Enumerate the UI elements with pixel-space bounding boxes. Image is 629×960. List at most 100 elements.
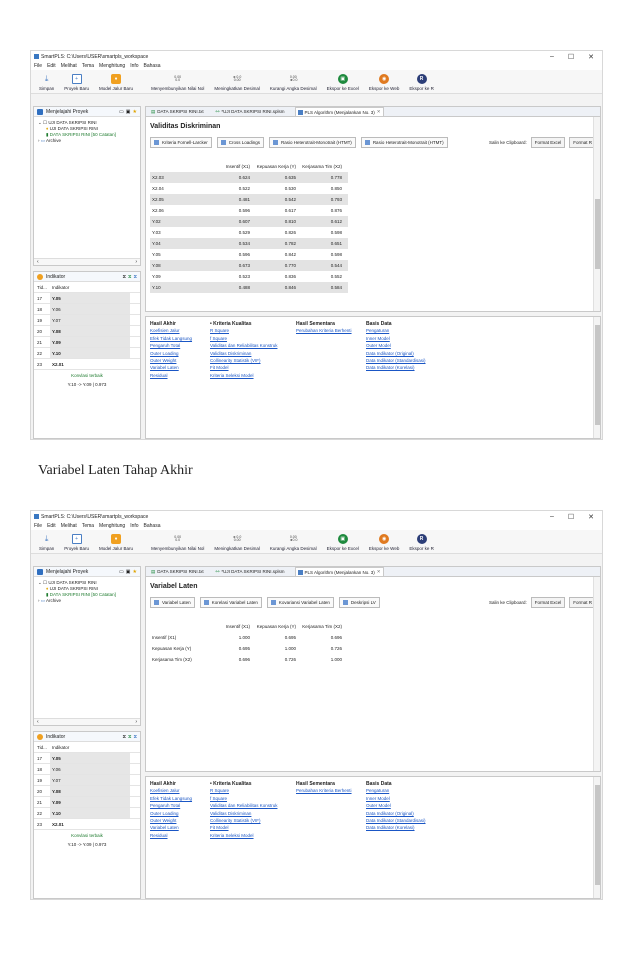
hide-zero-button[interactable]: 0.00 0.0 Menyembunyikan Nilai Nol <box>151 529 204 551</box>
scroll-right-icon[interactable]: › <box>135 259 137 265</box>
link-f-square[interactable]: f Square <box>210 336 288 342</box>
hide-zero-button[interactable]: 0.00 0.0 Menyembunyikan Nilai Nol <box>151 69 204 91</box>
filter-icon[interactable]: ⧖ <box>133 274 137 280</box>
link-indicator-original[interactable]: Data Indikator (Original) <box>366 811 446 817</box>
link-f-square[interactable]: f Square <box>210 796 288 802</box>
maximize-panel-icon[interactable]: ▣ <box>126 109 131 115</box>
link-outer-weights[interactable]: Outer Weight <box>150 358 202 364</box>
link-indicator-original[interactable]: Data Indikator (Original) <box>366 351 446 357</box>
view-button[interactable]: Kovariansi Variabel Laten <box>266 596 334 608</box>
format-r-button[interactable]: Format R <box>569 136 596 148</box>
minimize-button[interactable]: – <box>550 53 554 61</box>
new-path-model-button[interactable]: ♦ Model Jalur Baru <box>99 529 133 551</box>
horizontal-scrollbar[interactable]: ‹ › <box>34 718 140 725</box>
vertical-scrollbar[interactable] <box>593 577 600 771</box>
link-latent-variables[interactable]: Variabel Laten <box>150 365 202 371</box>
column-header[interactable]: Insentif (X1) <box>210 164 256 169</box>
export-web-button[interactable]: ◉ Ekspor ke Web <box>369 69 399 91</box>
new-project-button[interactable]: + Proyek Baru <box>64 529 89 551</box>
scroll-left-icon[interactable]: ‹ <box>37 259 39 265</box>
link-outer-loadings[interactable]: Outer Loading <box>150 351 202 357</box>
save-button[interactable]: ⤓ Simpan <box>39 529 54 551</box>
maximize-panel-icon[interactable]: ▣ <box>126 569 131 575</box>
column-header[interactable]: Kepuasan Kerja (Y) <box>256 164 302 169</box>
link-latent-variables[interactable]: Variabel Laten <box>150 825 202 831</box>
link-r-square[interactable]: R Square <box>210 788 288 794</box>
link-indirect-effects[interactable]: Efek Tidak Langsung <box>150 336 202 342</box>
column-header[interactable]: Tid... <box>34 285 50 290</box>
indicator-row[interactable]: 18 Y.06 <box>34 764 140 775</box>
link-residuals[interactable]: Residual <box>150 373 202 379</box>
link-stop-criterion[interactable]: Perubahan Kriteria Berhenti <box>296 788 358 794</box>
column-header[interactable]: Tid... <box>34 745 50 750</box>
indicator-row[interactable]: 19 Y.07 <box>34 775 140 786</box>
link-total-effects[interactable]: Pengaruh Total <box>150 803 202 809</box>
link-inner-model[interactable]: Inner Model <box>366 796 446 802</box>
vertical-scrollbar[interactable] <box>593 777 600 898</box>
scrollbar-thumb[interactable] <box>595 325 600 425</box>
link-stop-criterion[interactable]: Perubahan Kriteria Berhenti <box>296 328 358 334</box>
column-header[interactable]: Kerjasama Tim (X2) <box>302 164 348 169</box>
indicator-row[interactable]: 17 Y.05 <box>34 293 140 304</box>
link-indicator-correlation[interactable]: Data Indikator (Korelasi) <box>366 825 446 831</box>
save-button[interactable]: ⤓ Simpan <box>39 69 54 91</box>
export-excel-button[interactable]: ▣ Ekspor ke Excel <box>327 69 359 91</box>
link-indirect-effects[interactable]: Efek Tidak Langsung <box>150 796 202 802</box>
format-r-button[interactable]: Format R <box>569 596 596 608</box>
export-r-button[interactable]: R Ekspor ke R <box>409 529 434 551</box>
close-tab-icon[interactable]: ✕ <box>377 569 381 575</box>
view-button[interactable]: Korelasi Variabel Laten <box>199 596 262 608</box>
column-header[interactable]: Kerjasama Tim (X2) <box>302 624 348 629</box>
filter-icon[interactable]: ⧖ <box>122 274 126 280</box>
scroll-right-icon[interactable]: › <box>135 719 137 725</box>
link-settings[interactable]: Pengaturan <box>366 328 446 334</box>
close-button[interactable]: ✕ <box>588 53 594 61</box>
view-button[interactable]: Variabel Laten <box>150 596 195 608</box>
tab-pls-algorithm[interactable]: PLS Algorithm (Menjalankan No. 3) ✕ <box>294 567 384 576</box>
link-discriminant-validity[interactable]: Validitas Diskriminan <box>210 811 288 817</box>
tree-item-archive[interactable]: › ▭ Archive <box>38 138 136 144</box>
indicator-row[interactable]: 21 Y.09 <box>34 797 140 808</box>
indicator-row[interactable]: 18 Y.06 <box>34 304 140 315</box>
indicator-row[interactable]: 20 Y.08 <box>34 326 140 337</box>
decrease-decimal-button[interactable]: 0.00 ◄0.0 Kurangi Angka Desimal <box>270 69 317 91</box>
new-project-button[interactable]: + Proyek Baru <box>64 69 89 91</box>
link-indicator-standardized[interactable]: Data Indikator (Standardisasi) <box>366 818 446 824</box>
column-header[interactable]: Indikator <box>50 282 130 292</box>
link-indicator-standardized[interactable]: Data Indikator (Standardisasi) <box>366 358 446 364</box>
indicator-row[interactable]: 20 Y.08 <box>34 786 140 797</box>
tree-item-archive[interactable]: › ▭ Archive <box>38 598 136 604</box>
star-icon[interactable]: ★ <box>133 109 137 115</box>
vertical-scrollbar[interactable] <box>593 317 600 438</box>
maximize-button[interactable]: ☐ <box>568 513 574 521</box>
link-indicator-correlation[interactable]: Data Indikator (Korelasi) <box>366 365 446 371</box>
link-path-coefficients[interactable]: Koefisien Jalur <box>150 328 202 334</box>
link-path-coefficients[interactable]: Koefisien Jalur <box>150 788 202 794</box>
view-button[interactable]: Deskripsi LV <box>338 596 380 608</box>
scrollbar-thumb[interactable] <box>595 785 600 885</box>
link-collinearity[interactable]: Collinearity Statistik (VIF) <box>210 818 288 824</box>
decrease-decimal-button[interactable]: 0.00 ◄0.0 Kurangi Angka Desimal <box>270 529 317 551</box>
tab-data-file[interactable]: ▤ DATA SKRIPSI RINI.txt <box>149 567 206 576</box>
filter-icon[interactable]: ⧖ <box>128 734 132 740</box>
link-settings[interactable]: Pengaturan <box>366 788 446 794</box>
minimize-button[interactable]: – <box>550 513 554 521</box>
maximize-button[interactable]: ☐ <box>568 53 574 61</box>
column-header[interactable]: Insentif (X1) <box>210 624 256 629</box>
column-header[interactable]: Indikator <box>50 742 130 752</box>
link-collinearity[interactable]: Collinearity Statistik (VIF) <box>210 358 288 364</box>
link-model-selection[interactable]: Kriteria Seleksi Model <box>210 373 288 379</box>
scroll-left-icon[interactable]: ‹ <box>37 719 39 725</box>
increase-decimal-button[interactable]: ►0.0 0.00 Meningkatkan Desimal <box>214 69 260 91</box>
export-r-button[interactable]: R Ekspor ke R <box>409 69 434 91</box>
link-construct-reliability[interactable]: Validitas dan Reliabilitas Konstruk <box>210 803 288 809</box>
vertical-scrollbar[interactable] <box>593 117 600 311</box>
indicator-row[interactable]: 22 Y.10 <box>34 808 140 819</box>
filter-icon[interactable]: ⧖ <box>133 734 137 740</box>
tab-model[interactable]: ⚯ *UJI DATA SKRIPSI RINI.splsm <box>214 107 287 116</box>
link-outer-model[interactable]: Outer Model <box>366 343 446 349</box>
indicator-row[interactable]: 17 Y.05 <box>34 753 140 764</box>
link-outer-model[interactable]: Outer Model <box>366 803 446 809</box>
link-model-fit[interactable]: Fit Model <box>210 365 288 371</box>
link-construct-reliability[interactable]: Validitas dan Reliabilitas Konstruk <box>210 343 288 349</box>
